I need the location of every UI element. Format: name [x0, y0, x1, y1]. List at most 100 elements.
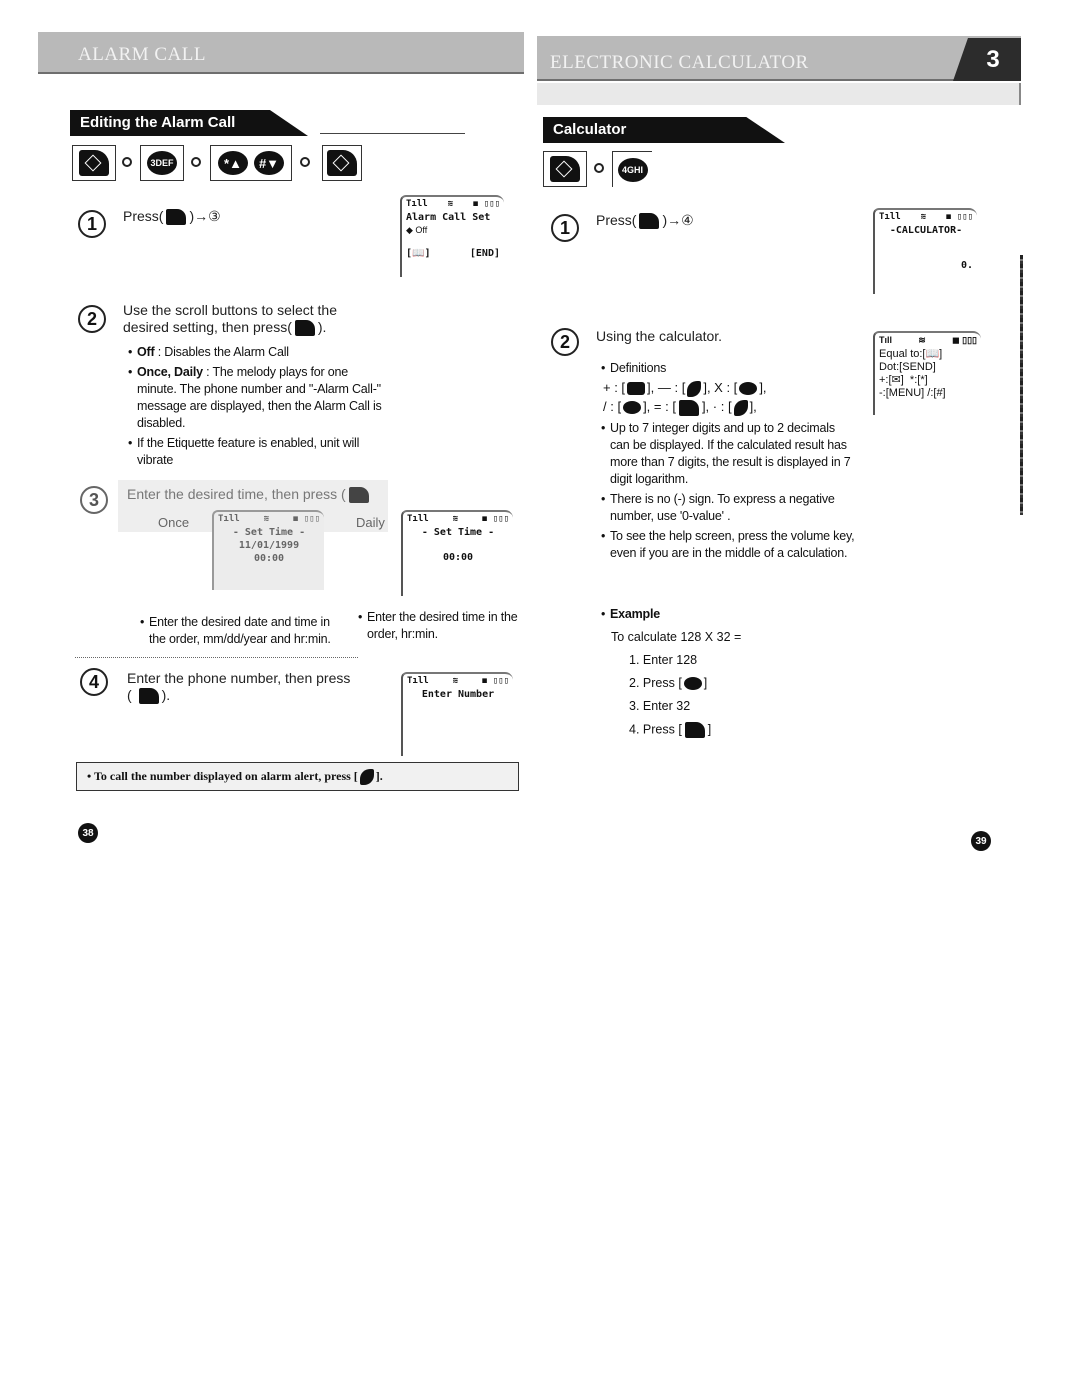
screen-enter-number: Tıll ≋ ◼ ▯▯▯ Enter Number — [401, 672, 513, 756]
send-key-icon — [733, 399, 748, 416]
bullet-definitions: Definitions — [601, 360, 851, 377]
daily-label: Daily — [356, 515, 385, 530]
menu-key-box — [72, 145, 116, 181]
section-rule — [320, 133, 465, 134]
status-bar: Tıll ≋ ◼ ▯▯▯ — [879, 212, 973, 222]
signal-icon: Tıll — [879, 335, 892, 345]
screen-calculator-help: Tıll ≋ ◼ ▯▯▯ Equal to:[📖] Dot:[SEND] +:[✉]… — [873, 331, 981, 415]
page-number-38: 38 — [78, 823, 98, 843]
bullet-item: Example — [601, 606, 801, 623]
menu-key-icon — [348, 487, 369, 504]
screen-title: Enter Number — [421, 689, 495, 700]
key-star-up-icon: *▲ — [218, 151, 248, 175]
example-step-4: 4. Press [] — [629, 722, 712, 738]
example-heading: Example — [601, 606, 801, 626]
hash-down-key-icon — [623, 401, 642, 415]
scroll-keys-box: *▲ #▼ — [210, 145, 292, 181]
battery-icon: ◼ ▯▯▯ — [481, 676, 509, 686]
status-bar: Tıll ≋ ◼ ▯▯▯ — [879, 335, 977, 346]
sequence-separator-icon — [191, 157, 201, 167]
bullet-item: There is no (-) sign. To express a negat… — [601, 491, 856, 525]
signal-icon: Tıll — [406, 199, 428, 209]
battery-icon: ◼ ▯▯▯ — [481, 514, 509, 524]
screen-calculator: Tıll ≋ ◼ ▯▯▯ -CALCULATOR- 0. — [873, 208, 977, 294]
left-soft-key: [📖] — [406, 248, 431, 259]
star-up-key-icon — [739, 382, 758, 396]
signal-icon: Tıll — [407, 676, 429, 686]
screen-title: - Set Time - — [421, 527, 495, 538]
menu-key-box — [322, 145, 362, 181]
calculator-bullets: Definitions — [601, 360, 851, 379]
left-header-title: ALARM CALL — [78, 44, 206, 65]
scan-edge-mark — [1020, 255, 1023, 515]
mode-icon: ≋ — [918, 335, 926, 345]
send-key-icon — [359, 769, 374, 786]
mode-icon: ≋ — [447, 199, 453, 209]
menu-key-icon — [639, 213, 660, 230]
step-4-text: Enter the phone number, then press( ). — [127, 670, 351, 705]
menu-key-icon — [166, 209, 187, 226]
menu-send-key-icon — [678, 399, 699, 416]
menu-key-icon — [687, 380, 702, 397]
battery-icon: ◼ ▯▯▯ — [945, 212, 973, 222]
daily-note: Enter the desired time in the order, hr:… — [358, 609, 528, 646]
right-soft-key: [END] — [469, 248, 500, 259]
key-3-box: 3DEF — [140, 145, 184, 181]
help-line: +:[✉] *:[*] — [879, 374, 928, 386]
step-2-text: Using the calculator. — [596, 328, 723, 344]
status-bar: Tıll ≋ ◼ ▯▯▯ — [407, 676, 509, 686]
menu-send-key-icon — [327, 150, 357, 176]
menu-key-icon — [138, 688, 159, 705]
battery-icon: ◼ ▯▯▯ — [292, 514, 320, 524]
step-1-text: Press()→③ — [123, 208, 221, 226]
mode-icon: ≋ — [920, 212, 926, 222]
mode-icon: ≋ — [263, 514, 269, 524]
menu-key-icon — [294, 320, 315, 337]
example-step-2: 2. Press [] — [629, 676, 708, 691]
bullet-item: Up to 7 integer digits and up to 2 decim… — [601, 420, 856, 488]
once-note: Enter the desired date and time in the o… — [140, 614, 340, 651]
step-1-text: Press()→④ — [596, 212, 694, 230]
calculator-value: 0. — [960, 260, 973, 271]
bullet-item: If the Etiquette feature is enabled, uni… — [128, 435, 388, 469]
screen-date: 11/01/1999 — [238, 540, 300, 551]
signal-icon: Tıll — [218, 514, 240, 524]
key-3def-icon: 3DEF — [147, 151, 177, 175]
bullet-item: To see the help screen, press the volume… — [601, 528, 856, 562]
signal-icon: Tıll — [407, 514, 429, 524]
battery-icon: ◼ ▯▯▯ — [472, 199, 500, 209]
section-tag-calculator: Calculator — [543, 117, 785, 143]
example-step-3: 3. Enter 32 — [629, 699, 691, 713]
step-3-circle: 3 — [80, 486, 108, 514]
screen-alarm-call-set: Tıll ≋ ◼ ▯▯▯ Alarm Call Set ◆ Off [📖] [END… — [400, 195, 504, 277]
screen-title: - Set Time - — [232, 527, 306, 538]
menu-send-key-icon — [550, 156, 580, 182]
step-1-circle: 1 — [78, 210, 106, 238]
screen-title: -CALCULATOR- — [889, 225, 963, 236]
star-up-key-icon — [683, 677, 702, 691]
sequence-separator-icon — [300, 157, 310, 167]
help-line: -:[MENU] /:[#] — [879, 387, 946, 399]
bullet-item: Once, Daily : The melody plays for one m… — [128, 364, 388, 432]
mode-icon: ≋ — [452, 514, 458, 524]
step-4-circle: 4 — [80, 668, 108, 696]
help-line: Equal to:[📖] — [879, 348, 943, 360]
right-header-title: ELECTRONIC CALCULATOR — [550, 52, 809, 73]
step-1-circle: 1 — [551, 214, 579, 242]
battery-icon: ◼ ▯▯▯ — [952, 335, 977, 345]
step-2-circle: 2 — [551, 328, 579, 356]
example-step-1: 1. Enter 128 — [629, 653, 698, 667]
key-hash-down-icon: #▼ — [254, 151, 284, 175]
step-2-text: Use the scroll buttons to select the des… — [123, 302, 337, 337]
key-4ghi-icon: 4GHI — [617, 157, 648, 182]
soft-keys: [📖] [END] — [406, 247, 500, 260]
status-bar: Tıll ≋ ◼ ▯▯▯ — [406, 199, 500, 209]
bullet-item: Off : Disables the Alarm Call — [128, 344, 388, 361]
key-4-box: 4GHI — [612, 151, 652, 187]
step-2-bullets: Off : Disables the Alarm Call Once, Dail… — [128, 344, 388, 472]
screen-set-time-once: Tıll ≋ ◼ ▯▯▯ - Set Time - 11/01/1999 00:00 — [212, 510, 324, 590]
screen-title: Alarm Call Set — [406, 212, 491, 223]
step-3-text: Enter the desired time, then press ( — [127, 486, 372, 504]
definitions-line-1: + : [], — : [], X : [], — [603, 380, 767, 397]
sequence-separator-icon — [122, 157, 132, 167]
